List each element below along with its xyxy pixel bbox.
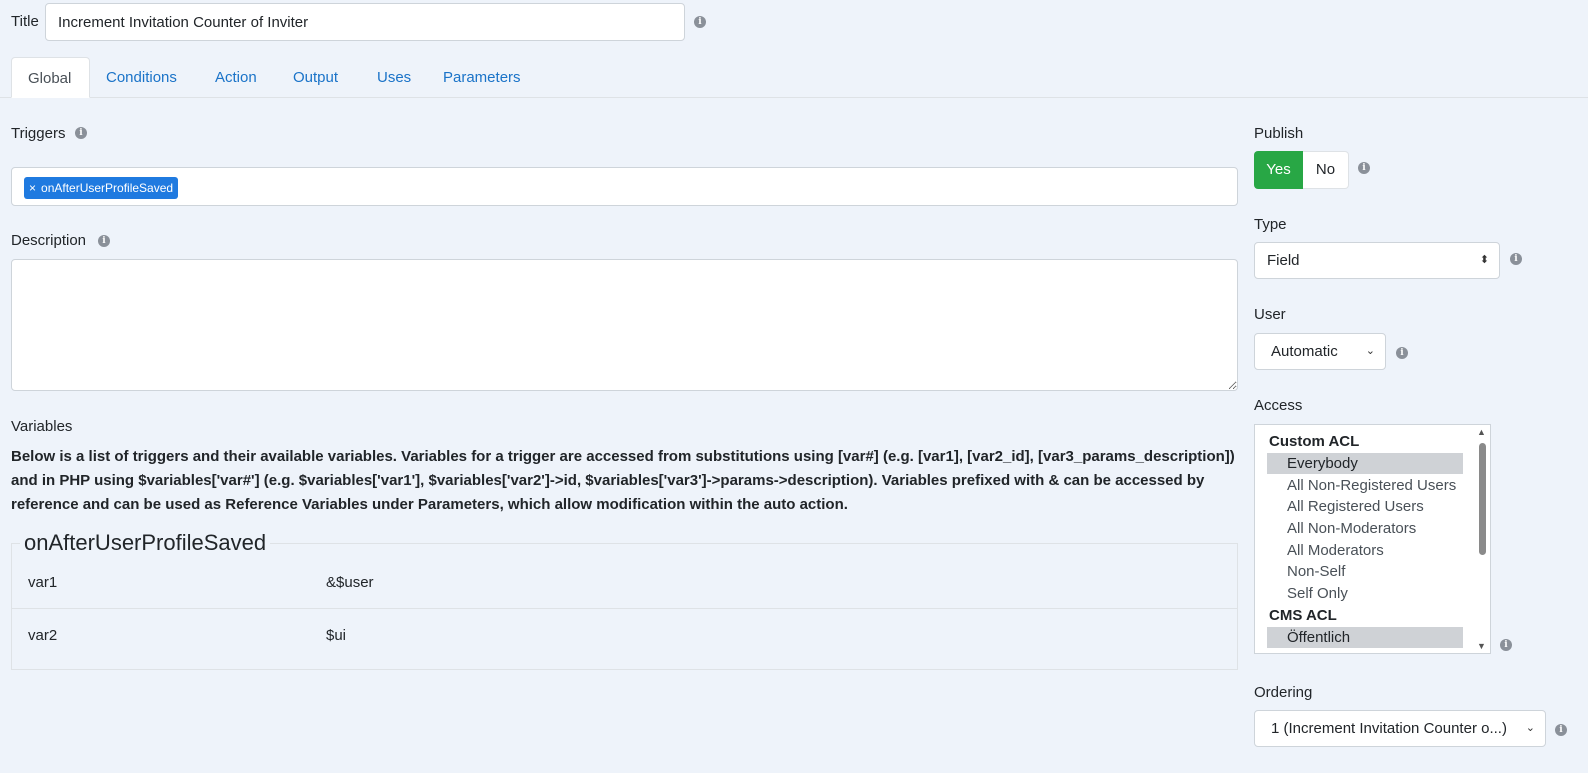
- ordering-info-icon[interactable]: i: [1555, 724, 1567, 736]
- trigger-variables-legend: onAfterUserProfileSaved: [20, 530, 271, 556]
- tab-uses[interactable]: Uses: [361, 57, 427, 98]
- variable-name: var1: [28, 574, 58, 591]
- access-multiselect[interactable]: Custom ACL Everybody All Non-Registered …: [1254, 424, 1491, 654]
- variables-label: Variables: [11, 418, 73, 435]
- tab-output[interactable]: Output: [277, 57, 354, 98]
- user-select-value: Automatic: [1271, 343, 1338, 360]
- access-option[interactable]: Everybody: [1267, 453, 1463, 474]
- user-select[interactable]: Automatic ⌄: [1254, 333, 1386, 370]
- type-label: Type: [1254, 216, 1287, 233]
- triggers-label: Triggers: [11, 125, 66, 142]
- access-info-icon[interactable]: i: [1500, 639, 1512, 651]
- access-option[interactable]: Non-Self: [1267, 561, 1463, 582]
- tab-conditions[interactable]: Conditions: [90, 57, 193, 98]
- scroll-down-icon[interactable]: ▼: [1477, 641, 1486, 651]
- access-option[interactable]: All Registered Users: [1267, 496, 1463, 517]
- description-info-icon[interactable]: i: [98, 235, 110, 247]
- variables-row-divider: [12, 608, 1237, 609]
- chevron-down-icon: ⌄: [1365, 345, 1375, 357]
- title-input[interactable]: Increment Invitation Counter of Inviter: [45, 3, 685, 41]
- access-option[interactable]: Öffentlich: [1267, 627, 1463, 648]
- ordering-select[interactable]: 1 (Increment Invitation Counter o...) ⌄: [1254, 710, 1546, 747]
- publish-yes-button[interactable]: Yes: [1254, 151, 1303, 189]
- access-option[interactable]: All Non-Moderators: [1267, 518, 1463, 539]
- triggers-input[interactable]: [11, 167, 1238, 206]
- type-select[interactable]: Field ⬍: [1254, 242, 1500, 279]
- title-input-value: Increment Invitation Counter of Inviter: [58, 14, 309, 31]
- tab-global[interactable]: Global: [11, 57, 90, 98]
- access-scrollbar[interactable]: ▲ ▼: [1476, 427, 1488, 651]
- title-info-icon[interactable]: i: [694, 16, 706, 28]
- trigger-variables-fieldset: [11, 543, 1238, 670]
- access-option[interactable]: All Non-Registered Users: [1267, 475, 1463, 496]
- access-option[interactable]: All Moderators: [1267, 540, 1463, 561]
- variable-value: $ui: [326, 627, 347, 644]
- access-option[interactable]: Self Only: [1267, 583, 1463, 604]
- ordering-label: Ordering: [1254, 684, 1313, 701]
- user-info-icon[interactable]: i: [1396, 347, 1408, 359]
- publish-no-button[interactable]: No: [1303, 151, 1349, 189]
- access-label: Access: [1254, 397, 1303, 414]
- variable-value: &$user: [326, 574, 374, 591]
- access-scroll-thumb[interactable]: [1479, 443, 1486, 555]
- access-group-cms-acl: CMS ACL: [1269, 607, 1337, 624]
- description-label: Description: [11, 232, 87, 249]
- tab-action[interactable]: Action: [199, 57, 273, 98]
- ordering-select-value: 1 (Increment Invitation Counter o...): [1271, 720, 1507, 737]
- variables-help-text: Below is a list of triggers and their av…: [11, 448, 1235, 513]
- close-icon[interactable]: ×: [29, 181, 36, 195]
- trigger-tag: × onAfterUserProfileSaved: [24, 177, 179, 199]
- triggers-info-icon[interactable]: i: [75, 127, 87, 139]
- chevron-down-icon: ⌄: [1525, 722, 1535, 734]
- publish-info-icon[interactable]: i: [1358, 162, 1370, 174]
- tab-parameters[interactable]: Parameters: [427, 57, 537, 98]
- publish-label: Publish: [1254, 125, 1304, 142]
- title-label: Title: [11, 13, 39, 30]
- sort-arrows-icon: ⬍: [1479, 254, 1489, 266]
- scroll-up-icon[interactable]: ▲: [1477, 427, 1486, 437]
- type-select-value: Field: [1267, 252, 1300, 269]
- trigger-tag-label: onAfterUserProfileSaved: [41, 181, 174, 195]
- type-info-icon[interactable]: i: [1510, 253, 1522, 265]
- user-label: User: [1254, 306, 1286, 323]
- variable-name: var2: [28, 627, 58, 644]
- description-textarea[interactable]: [11, 259, 1238, 391]
- access-group-custom-acl: Custom ACL: [1269, 433, 1360, 450]
